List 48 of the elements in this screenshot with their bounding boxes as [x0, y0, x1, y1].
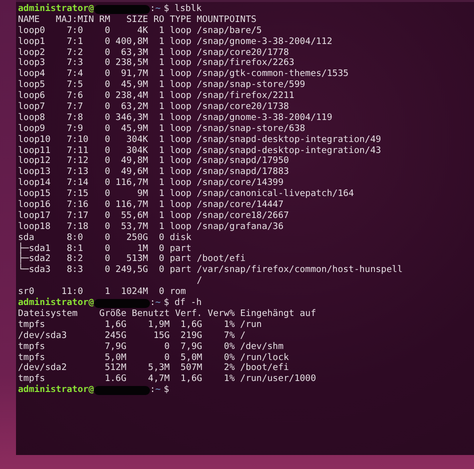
prompt-separator: :: [150, 298, 156, 309]
output-line: tmpfs 1,6G 1,9M 1,6G 1% /run: [18, 320, 262, 331]
command-text: $ df -h: [164, 298, 202, 309]
prompt-path: ~: [155, 4, 161, 15]
output-line: loop0 7:0 0 4K 1 loop /snap/bare/5: [18, 26, 262, 37]
command-text: $: [164, 385, 170, 396]
output-line: loop4 7:4 0 91,7M 1 loop /snap/gtk-common-themes/1535: [18, 69, 349, 80]
output-line: loop15 7:15 0 9M 1 loop /snap/canonical-livepatch/164: [18, 189, 354, 200]
output-line: loop5 7:5 0 45,9M 1 loop /snap/snap-store/599: [18, 80, 306, 91]
output-line: loop13 7:13 0 49,6M 1 loop /snap/snapd/17883: [18, 167, 289, 178]
output-line: loop16 7:16 0 116,7M 1 loop /snap/core/14447: [18, 200, 284, 211]
prompt-separator: :: [150, 385, 156, 396]
output-line: loop9 7:9 0 45,9M 1 loop /snap/snap-store/638: [18, 124, 306, 135]
output-line: loop1 7:1 0 400,8M 1 loop /snap/gnome-3-38-2004/112: [18, 36, 332, 48]
output-line: loop8 7:8 0 346,3M 1 loop /snap/gnome-3-38-2004/119: [18, 112, 332, 124]
redaction-mark: [94, 298, 150, 308]
prompt-path: ~: [155, 298, 161, 309]
command-text: $ lsblk: [164, 4, 202, 15]
output-line: loop17 7:17 0 55,6M 1 loop /snap/core18/2667: [18, 210, 289, 222]
output-line: sr0 11:0 1 1024M 0 rom: [18, 287, 186, 298]
output-line: loop7 7:7 0 63,2M 1 loop /snap/core20/1738: [18, 102, 289, 113]
output-line: Dateisystem Größe Benutzt Verf. Verw% Eingehängt auf: [18, 308, 316, 320]
output-line: sda 8:0 0 250G 0 disk: [18, 232, 192, 243]
output-line: loop11 7:11 0 304K 1 loop /snap/snapd-desktop-integration/43: [18, 146, 382, 156]
output-line: ├─sda1 8:1 0 1M 0 part: [18, 244, 192, 254]
prompt-user: administrator@: [18, 4, 94, 15]
prompt-user: administrator@: [18, 385, 94, 396]
output-line: /dev/sda3 245G 15G 219G 7% /: [18, 330, 246, 342]
output-line: tmpfs 5,0M 0 5,0M 0% /run/lock: [18, 352, 289, 363]
output-line: loop12 7:12 0 49,8M 1 loop /snap/snapd/17950: [18, 156, 289, 167]
redaction-mark: [94, 386, 150, 396]
output-line: loop3 7:3 0 238,5M 1 loop /snap/firefox/2263: [18, 58, 294, 69]
output-line: /dev/sda2 512M 5,3M 507M 2% /boot/efi: [18, 363, 289, 374]
redaction-mark: [94, 4, 150, 14]
output-line: loop6 7:6 0 238,4M 1 loop /snap/firefox/2211: [18, 91, 294, 102]
output-line: tmpfs 1.6G 4,7M 1,6G 1% /run/user/1000: [18, 374, 316, 384]
output-line: loop2 7:2 0 63,3M 1 loop /snap/core20/1778: [18, 48, 289, 58]
prompt-user: administrator@: [18, 298, 94, 309]
prompt-path: ~: [155, 385, 161, 396]
output-line: NAME MAJ:MIN RM SIZE RO TYPE MOUNTPOINTS: [18, 14, 256, 26]
output-line: loop14 7:14 0 116,7M 1 loop /snap/core/14399: [18, 178, 284, 189]
output-line: loop18 7:18 0 53,7M 1 loop /snap/grafana/36: [18, 222, 284, 233]
output-line: tmpfs 7,9G 0 7,9G 0% /dev/shm: [18, 342, 284, 353]
output-line: loop10 7:10 0 304K 1 loop /snap/snapd-desktop-integration/49: [18, 134, 382, 146]
prompt-separator: :: [150, 4, 156, 15]
output-line: /: [196, 276, 202, 288]
output-line: └─sda3 8:3 0 249,5G 0 part /var/snap/firefox/common/host-hunspell: [18, 265, 403, 276]
output-line: ├─sda2 8:2 0 513M 0 part /boot/efi: [18, 254, 246, 264]
